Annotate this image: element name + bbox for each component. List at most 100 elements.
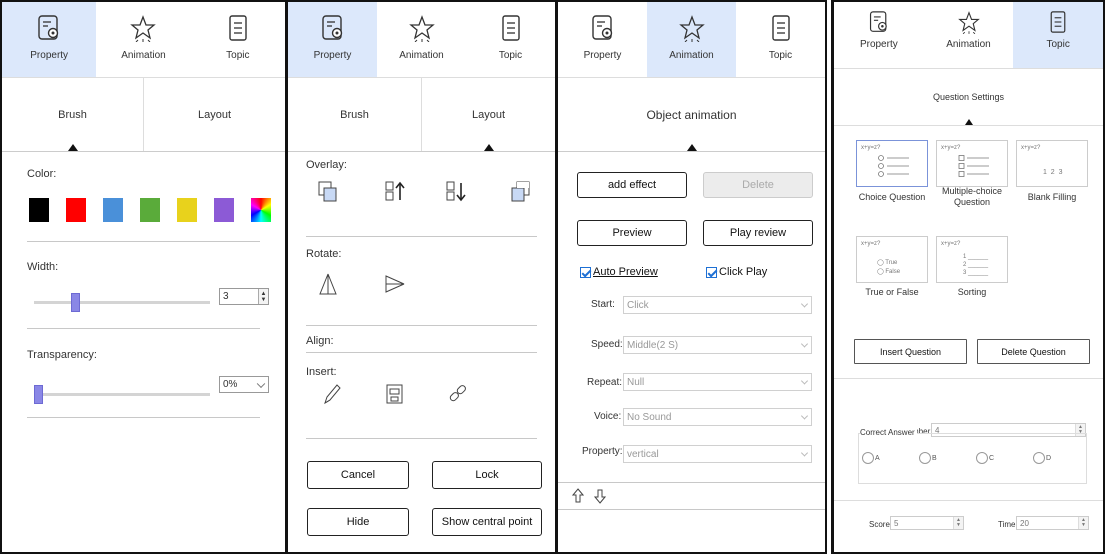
sorting-card[interactable]: x+y=z? 1 ______ 2 ______ 3 ______ — [936, 236, 1008, 283]
tab-label: Topic — [1046, 39, 1070, 50]
transparency-select[interactable]: 0% — [219, 376, 269, 393]
divider — [834, 500, 1103, 501]
auto-preview-checkbox[interactable]: Auto Preview — [580, 266, 658, 278]
chevron-down-icon — [800, 377, 809, 385]
radio-circle-icon — [976, 452, 988, 464]
tab-topic[interactable]: Topic — [466, 2, 555, 77]
bring-forward-icon[interactable] — [384, 180, 406, 204]
divider — [306, 236, 537, 237]
add-effect-button[interactable]: add effect — [577, 172, 687, 198]
width-stepper[interactable]: 3 ▲ ▼ — [219, 288, 269, 305]
tab-label: Topic — [226, 50, 250, 61]
lock-button[interactable]: Lock — [432, 461, 542, 489]
speed-select[interactable]: Middle(2 S) — [623, 336, 812, 354]
tab-topic[interactable]: Topic — [1013, 2, 1103, 68]
play-review-button[interactable]: Play review — [703, 220, 813, 246]
true-false-card[interactable]: x+y=z? ◯ True ◯ False — [856, 236, 928, 283]
tab-animation[interactable]: Animation — [96, 2, 190, 77]
multiple-choice-card[interactable]: x+y=z? — [936, 140, 1008, 187]
stepper-arrows-icon[interactable]: ▲ ▼ — [1078, 517, 1088, 529]
choice-question-card[interactable]: x+y=z? — [856, 140, 928, 187]
color-swatch-yellow[interactable] — [177, 198, 197, 222]
radio-circle-icon — [862, 452, 874, 464]
divider — [306, 325, 537, 326]
tab-label: Animation — [121, 50, 166, 61]
width-slider[interactable] — [34, 301, 210, 304]
delete-effect-button[interactable]: Delete — [703, 172, 813, 198]
property-layout-panel: Property Animation Topic Brush Layout Ov… — [287, 0, 557, 554]
color-swatch-green[interactable] — [140, 198, 160, 222]
sorting-list: 1 ______ 2 ______ 3 ______ — [963, 253, 988, 277]
sorting-number: 2 — [963, 262, 967, 268]
tab-animation[interactable]: Animation — [377, 2, 466, 77]
time-stepper[interactable]: 20 ▲ ▼ — [1016, 516, 1089, 530]
answer-radio-c[interactable]: C — [976, 452, 994, 464]
tab-topic[interactable]: Topic — [736, 2, 825, 77]
subtab-label: Brush — [340, 108, 369, 121]
subtab-layout[interactable]: Layout — [421, 78, 555, 151]
subtab-brush[interactable]: Brush — [288, 78, 421, 151]
width-slider-thumb[interactable] — [70, 293, 80, 312]
property-select[interactable]: vertical — [623, 445, 812, 463]
transparency-slider[interactable] — [34, 393, 210, 396]
tab-property[interactable]: Property — [834, 2, 924, 68]
tab-property[interactable]: Property — [288, 2, 377, 77]
property-icon — [321, 15, 342, 40]
answer-radio-a[interactable]: A — [862, 452, 880, 464]
transparency-slider-thumb[interactable] — [34, 385, 43, 404]
move-up-arrow-icon[interactable] — [572, 488, 584, 504]
tab-label: Animation — [399, 50, 444, 61]
color-swatch-black[interactable] — [29, 198, 49, 222]
property-icon — [38, 15, 59, 40]
color-swatch-blue[interactable] — [103, 198, 123, 222]
tab-label: Property — [313, 50, 352, 61]
chevron-down-icon — [256, 379, 266, 388]
start-label: Start: — [591, 299, 615, 310]
show-central-point-button[interactable]: Show central point — [432, 508, 542, 536]
tab-animation[interactable]: Animation — [647, 2, 736, 77]
send-to-back-icon[interactable] — [510, 180, 532, 204]
true-text: True — [885, 260, 898, 266]
repeat-value: Null — [627, 376, 645, 388]
flip-horizontal-icon[interactable] — [318, 272, 338, 296]
tab-topic[interactable]: Topic — [191, 2, 285, 77]
stepper-arrows-icon[interactable]: ▲ ▼ — [953, 517, 963, 529]
answer-radio-d[interactable]: D — [1033, 452, 1051, 464]
choice-list-icon — [878, 155, 909, 177]
subtab-question-settings[interactable]: Question Settings — [834, 69, 1103, 125]
tab-property[interactable]: Property — [558, 2, 647, 77]
link-icon[interactable] — [447, 383, 469, 405]
score-stepper[interactable]: 5 ▲ ▼ — [890, 516, 964, 530]
chevron-down-icon — [800, 300, 809, 308]
start-select[interactable]: Click — [623, 296, 812, 314]
repeat-select[interactable]: Null — [623, 373, 812, 391]
subtab-object-animation[interactable]: Object animation — [558, 78, 825, 151]
insert-question-button[interactable]: Insert Question — [854, 339, 967, 364]
document-icon — [501, 15, 520, 41]
subtab-layout[interactable]: Layout — [143, 78, 285, 151]
answer-radio-b[interactable]: B — [919, 452, 937, 464]
subtab-brush[interactable]: Brush — [2, 78, 143, 151]
move-down-arrow-icon[interactable] — [594, 488, 606, 504]
cancel-button[interactable]: Cancel — [307, 461, 409, 489]
flip-vertical-icon[interactable] — [384, 274, 406, 294]
blank-filling-card[interactable]: x+y=z? 1 2 3 — [1016, 140, 1088, 187]
bring-to-front-icon[interactable] — [317, 180, 339, 204]
send-backward-icon[interactable] — [445, 180, 467, 204]
radio-circle-icon — [1033, 452, 1045, 464]
media-icon[interactable] — [385, 383, 405, 405]
delete-question-button[interactable]: Delete Question — [977, 339, 1090, 364]
click-play-checkbox[interactable]: Click Play — [706, 266, 767, 278]
color-swatch-red[interactable] — [66, 198, 86, 222]
pen-icon[interactable] — [321, 382, 343, 406]
stepper-arrows-icon[interactable]: ▲ ▼ — [258, 289, 268, 304]
question-tag: x+y=z? — [861, 241, 881, 247]
tab-animation[interactable]: Animation — [924, 2, 1014, 68]
color-swatch-purple[interactable] — [214, 198, 234, 222]
preview-button[interactable]: Preview — [577, 220, 687, 246]
voice-select[interactable]: No Sound — [623, 408, 812, 426]
color-swatch-custom[interactable] — [251, 198, 271, 222]
hide-button[interactable]: Hide — [307, 508, 409, 536]
question-tag: x+y=z? — [941, 145, 961, 151]
tab-property[interactable]: Property — [2, 2, 97, 77]
